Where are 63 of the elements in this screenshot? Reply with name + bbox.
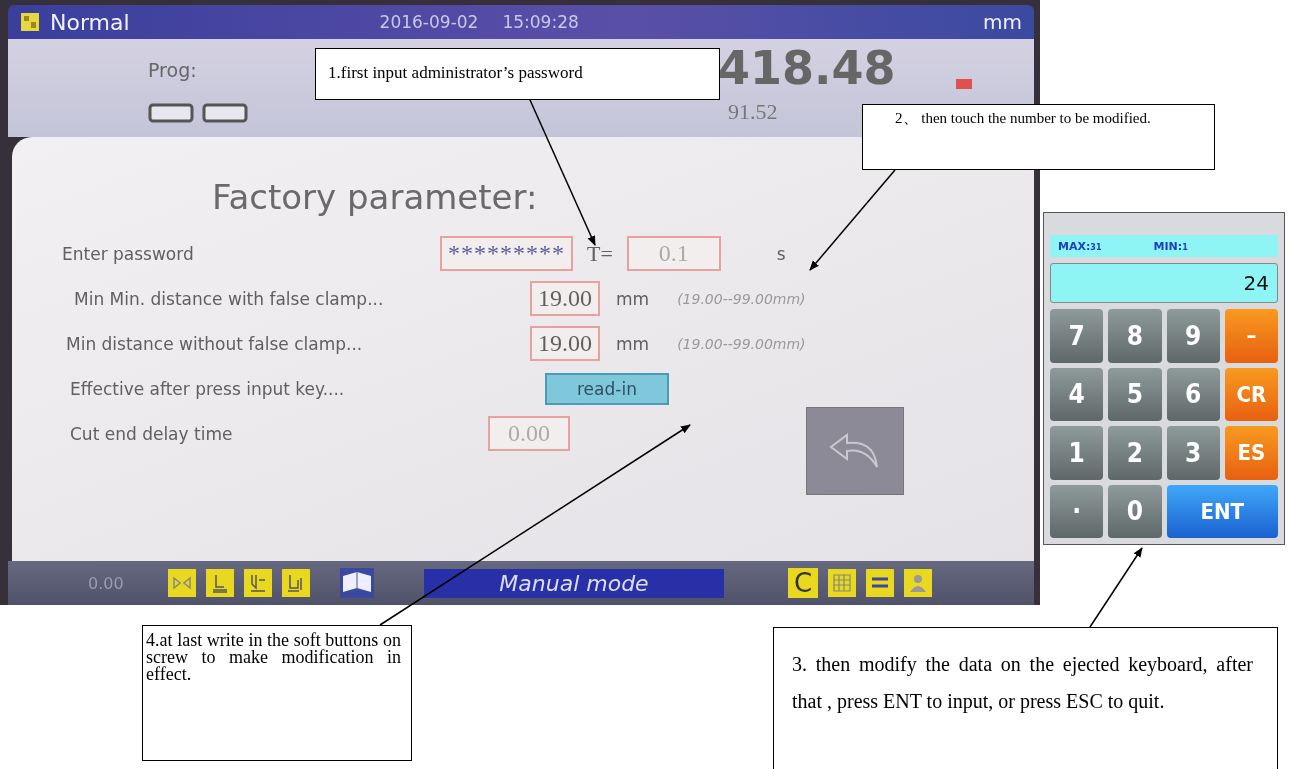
unit-label: mm [983,10,1022,34]
keypad-key[interactable]: ES [1224,426,1278,480]
password-field[interactable]: ********* [440,236,573,271]
field-label: Enter password [62,243,195,264]
keypad-key[interactable]: 6 [1166,367,1220,421]
field-label: Effective after press input key.... [70,378,346,399]
bottom-value: 0.00 [88,573,125,593]
min-label: MIN:1 [1153,239,1188,253]
field-label: Cut end delay time [70,423,234,444]
number-field[interactable]: 19.00 [530,281,600,316]
unit-label: mm [616,333,650,354]
tool-icon[interactable] [206,569,234,597]
max-label: MAX:31 [1058,239,1102,253]
keypad-key[interactable]: – [1224,309,1278,363]
callout-note: 1.first input administrator’s password [315,48,720,100]
position-value: 418.48 [718,45,896,91]
mode-icon [20,12,40,32]
tool-icon[interactable] [282,569,310,597]
keypad-key[interactable]: 2 [1108,426,1162,480]
callout-note: 4.at last write in the soft buttons on screw to make modification in effect. [142,625,412,761]
unit-label: mm [616,288,650,309]
clamp-icon[interactable] [168,569,196,597]
time-field[interactable]: 0.1 [626,236,721,271]
keypad-key[interactable]: 0 [1108,484,1162,538]
equals-icon[interactable] [866,569,894,597]
tool-icon[interactable] [244,569,272,597]
c-button[interactable]: C [788,568,818,598]
keypad-key[interactable]: ENT [1166,484,1278,538]
keypad-key[interactable]: 5 [1108,367,1162,421]
keypad-key[interactable]: 3 [1166,426,1220,480]
range-label: (19.00--99.00mm) [677,335,806,352]
number-field[interactable]: 19.00 [530,326,600,361]
unit-label: s [776,243,786,264]
prog-label: Prog: [148,59,197,81]
person-icon[interactable] [904,569,932,597]
mode-label: Normal [50,9,130,35]
grid-icon[interactable] [828,569,856,597]
mode-status: Manual mode [424,568,724,598]
callout-note: 2、 then touch the number to be modified. [862,104,1215,170]
keypad-key[interactable]: 1 [1050,426,1104,480]
range-label: (19.00--99.00mm) [677,290,806,307]
slot-icon [202,103,248,123]
t-label: T= [587,240,613,267]
back-button[interactable] [805,407,904,495]
page-title: Factory parameter: [212,177,539,217]
book-icon[interactable] [340,568,374,598]
secondary-value: 91.52 [728,99,778,125]
keypad-key[interactable]: 7 [1050,309,1104,363]
read-in-button[interactable]: read-in [545,372,669,405]
keypad-key[interactable]: 8 [1108,309,1162,363]
date-label: 2016-09-02 [379,12,479,32]
keypad-key[interactable]: 4 [1050,367,1104,421]
slot-icon [148,103,194,123]
time-label: 15:09:28 [502,12,579,32]
keypad-display[interactable]: 24 [1050,263,1278,303]
number-field[interactable]: 0.00 [488,416,570,451]
field-label: Min Min. distance with false clamp... [74,288,385,309]
keypad-key[interactable]: 9 [1166,309,1220,363]
keypad-key[interactable]: · [1050,484,1104,538]
callout-note: 3. then modify the data on the ejected keyboard, after that , press ENT to input, or press ESC to quit. [773,627,1278,769]
indicator-mark [955,79,972,89]
keypad-key[interactable]: CR [1224,367,1278,421]
field-label: Min distance without false clamp... [66,333,364,354]
